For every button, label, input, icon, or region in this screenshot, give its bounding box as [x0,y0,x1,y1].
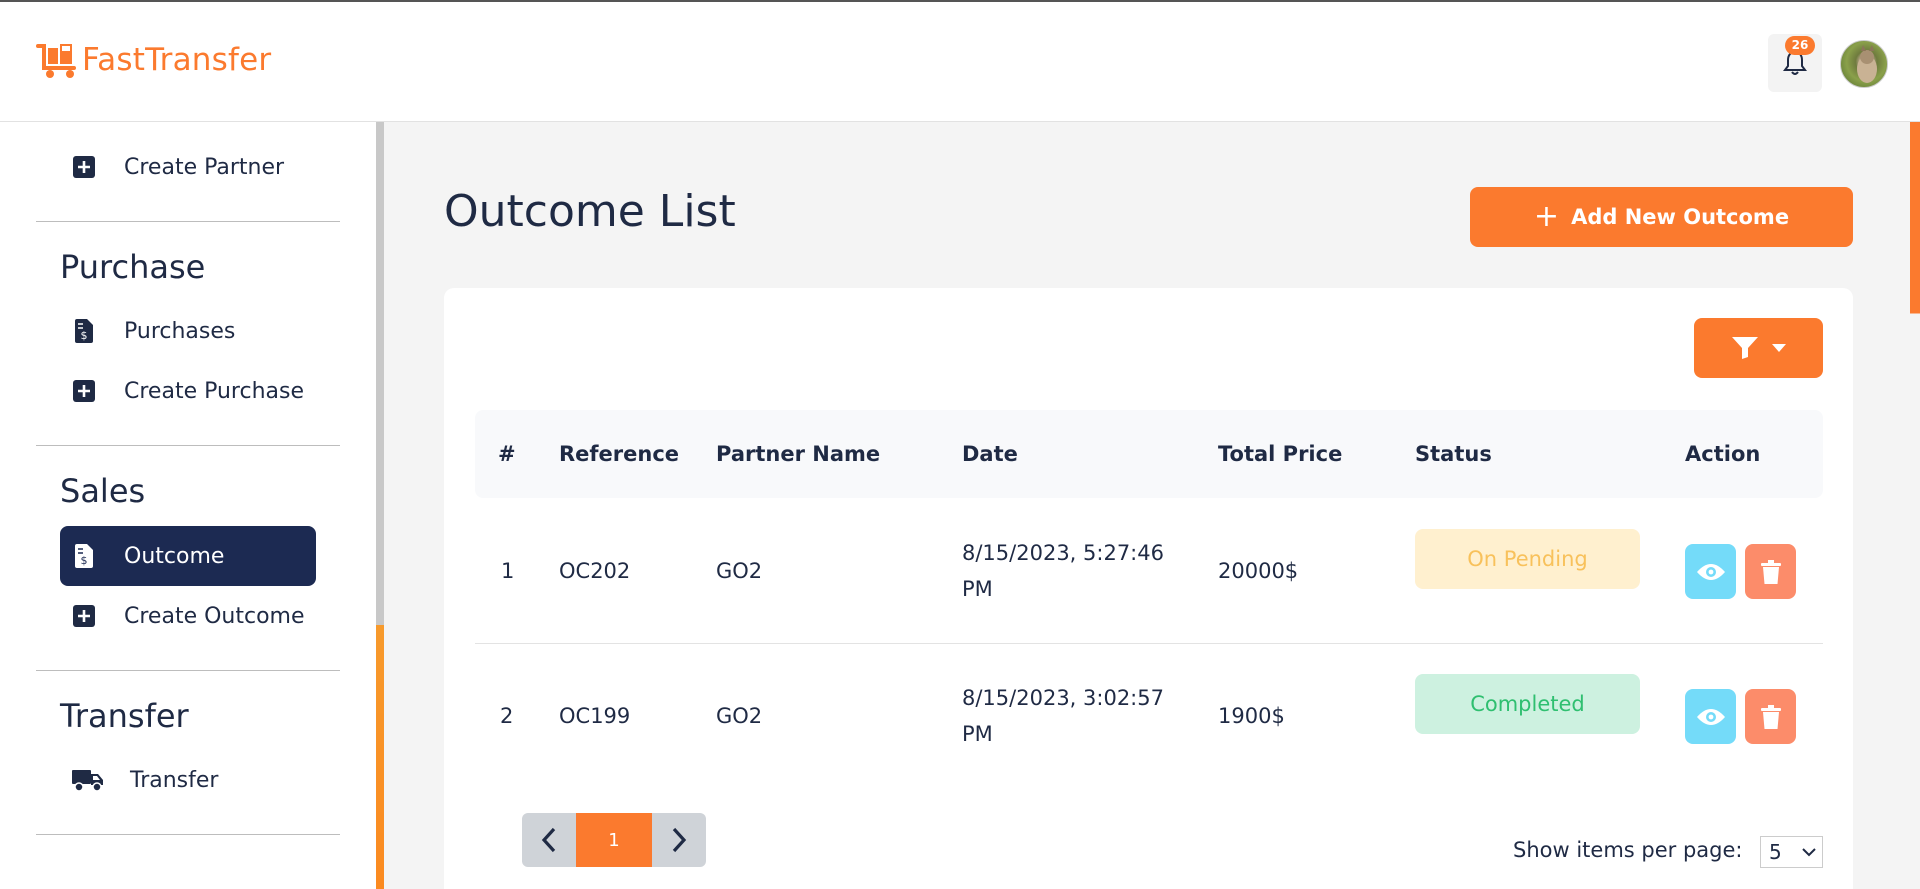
column-header-status: Status [1415,442,1492,466]
svg-text:$: $ [81,554,88,567]
previous-page-button[interactable] [522,813,576,867]
plus-icon: + [1533,199,1560,234]
chevron-right-icon [672,827,687,853]
column-header-date: Date [962,442,1018,466]
filter-icon [1731,337,1758,359]
sidebar-divider [36,670,340,671]
row-divider [475,643,1823,644]
sidebar-section-sales: Sales [60,472,146,510]
row-2-total-price: 1900$ [1218,704,1285,728]
row-2-reference: OC199 [559,704,631,728]
row-2-partner: GO2 [716,704,763,728]
sidebar-item-transfer[interactable]: Transfer [60,750,316,810]
invoice-dollar-icon: $ [72,319,96,343]
row-2-date-line1: 8/15/2023, 3:02:57 [962,686,1164,710]
svg-text:$: $ [81,329,88,342]
row-1-total-price: 20000$ [1218,559,1299,583]
eye-icon [1696,708,1725,725]
sidebar-item-label: Purchases [124,318,236,344]
sidebar-divider [36,834,340,835]
row-2-delete-button[interactable] [1745,689,1796,744]
filter-dropdown-button[interactable] [1694,318,1823,378]
invoice-dollar-icon: $ [72,544,96,568]
sidebar-item-label: Create Outcome [124,603,305,629]
cart-logo-icon [36,40,82,80]
user-avatar[interactable] [1840,40,1888,88]
plus-square-icon [72,604,96,628]
trash-icon [1760,704,1781,729]
row-1-partner: GO2 [716,559,763,583]
sidebar-item-label: Outcome [124,543,225,569]
row-1-status-badge: On Pending [1415,529,1640,589]
row-2-status-badge: Completed [1415,674,1640,734]
column-header-total-price: Total Price [1218,442,1343,466]
pagination: 1 [522,813,706,867]
eye-icon [1696,563,1725,580]
page-title: Outcome List [444,186,736,237]
row-1-delete-button[interactable] [1745,544,1796,599]
sidebar-divider [36,221,340,222]
sidebar-item-outcome[interactable]: $ Outcome [60,526,316,586]
sidebar-section-purchase: Purchase [60,248,206,286]
row-2-date-line2: PM [962,722,993,746]
row-2-view-button[interactable] [1685,689,1736,744]
items-per-page-label: Show items per page: [1513,838,1743,862]
items-per-page-select[interactable]: 5 [1760,836,1823,868]
top-header: FastTransfer 26 [0,2,1920,122]
page-scrollbar[interactable] [1910,122,1920,889]
current-page-button[interactable]: 1 [576,813,652,867]
row-2-number: 2 [500,704,514,728]
row-1-number: 1 [501,559,515,583]
add-new-outcome-button[interactable]: + Add New Outcome [1470,187,1853,247]
column-header-action: Action [1685,442,1761,466]
next-page-button[interactable] [652,813,706,867]
column-header-number: # [498,442,516,466]
row-1-reference: OC202 [559,559,631,583]
chevron-left-icon [541,827,556,853]
brand-logo[interactable]: FastTransfer [36,40,271,80]
sidebar-item-create-outcome[interactable]: Create Outcome [60,586,316,646]
notification-count-badge: 26 [1785,36,1815,55]
outcome-table-card [444,288,1853,889]
row-1-view-button[interactable] [1685,544,1736,599]
sidebar-item-purchases[interactable]: $ Purchases [60,301,316,361]
brand-name: FastTransfer [82,42,272,78]
column-header-reference: Reference [559,442,680,466]
items-per-page-value: 5 [1769,840,1782,864]
sidebar-item-create-purchase[interactable]: Create Purchase [60,361,316,421]
column-header-partner-name: Partner Name [716,442,881,466]
plus-square-icon [72,155,96,179]
row-1-date-line2: PM [962,577,993,601]
sidebar-scrollbar-accent [376,625,384,889]
sidebar-scrollbar-thumb[interactable] [376,122,384,625]
sidebar-item-label: Transfer [130,767,219,793]
plus-square-icon [72,379,96,403]
add-button-label: Add New Outcome [1571,205,1790,229]
sidebar-section-transfer: Transfer [60,697,189,735]
truck-icon [72,768,104,792]
sidebar-item-label: Create Purchase [124,378,304,404]
row-1-date-line1: 8/15/2023, 5:27:46 [962,541,1164,565]
sidebar-item-create-partner[interactable]: Create Partner [60,137,316,197]
trash-icon [1760,559,1781,584]
sidebar-item-label: Create Partner [124,154,285,180]
sidebar-divider [36,445,340,446]
chevron-down-icon [1802,848,1816,857]
caret-down-icon [1771,344,1786,352]
